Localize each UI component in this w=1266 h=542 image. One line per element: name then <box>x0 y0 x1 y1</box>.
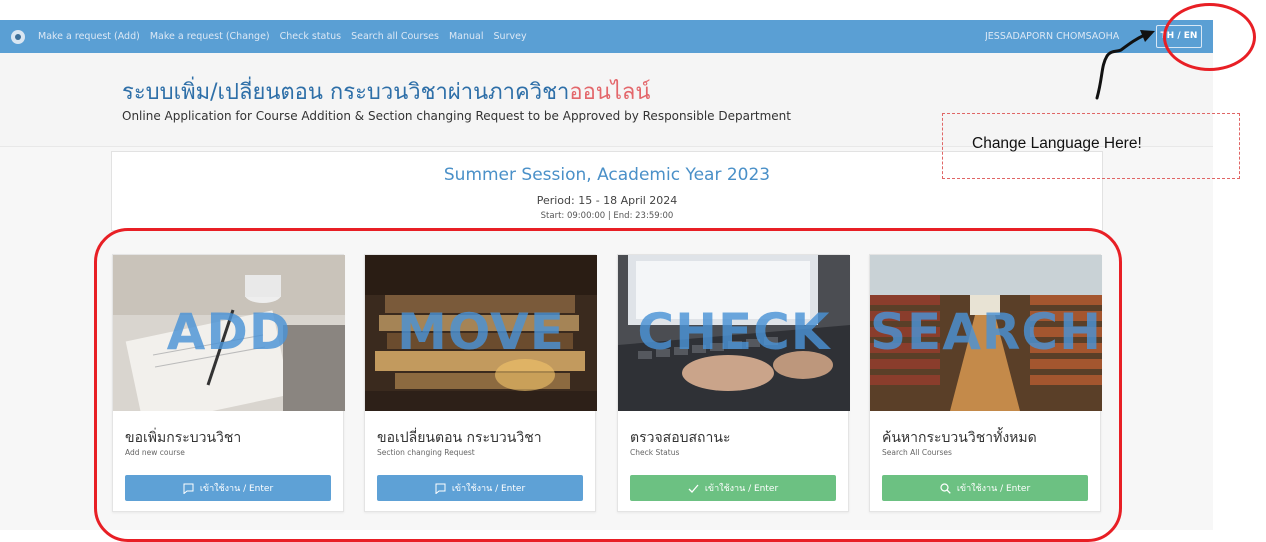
annotation-text: Change Language Here! <box>972 135 1142 152</box>
page-title-accent: ออนไลน์ <box>569 80 651 105</box>
nav-link-add[interactable]: Make a request (Add) <box>38 31 140 42</box>
change-enter-button[interactable]: เข้าใช้งาน / Enter <box>377 475 583 501</box>
nav-link-check-status[interactable]: Check status <box>280 31 341 42</box>
page-title-main: ระบบเพิ่ม/เปลี่ยนตอน กระบวนวิชาผ่านภาควิ… <box>122 80 570 105</box>
university-logo-icon[interactable] <box>11 29 25 44</box>
session-info-panel: Summer Session, Academic Year 2023 Perio… <box>111 151 1103 231</box>
language-toggle-button[interactable]: TH / EN <box>1156 25 1202 48</box>
card-check-status: CHECK ตรวจสอบสถานะ Check Status เข้าใช้ง… <box>617 254 850 512</box>
comment-icon <box>183 482 195 494</box>
change-enter-label: เข้าใช้งาน / Enter <box>451 484 526 494</box>
lang-separator: / <box>1174 31 1184 41</box>
card-add-title: ขอเพิ่มกระบวนวิชา <box>125 430 242 446</box>
search-icon <box>940 482 952 494</box>
session-title: Summer Session, Academic Year 2023 <box>443 165 771 185</box>
top-navbar: Make a request (Add) Make a request (Cha… <box>0 20 1213 53</box>
card-move-title: ขอเปลี่ยนตอน กระบวนวิชา <box>377 430 542 446</box>
checkmark-icon <box>688 482 700 494</box>
card-move-subtitle: Section changing Request <box>377 448 475 457</box>
page-subtitle: Online Application for Course Addition &… <box>122 109 791 123</box>
nav-link-search-courses[interactable]: Search all Courses <box>351 31 439 42</box>
card-search-word: SEARCH <box>870 303 1102 361</box>
page-header: ระบบเพิ่ม/เปลี่ยนตอน กระบวนวิชาผ่านภาควิ… <box>0 53 1213 147</box>
card-check-image: CHECK <box>618 255 850 411</box>
card-add-course: ADD ขอเพิ่มกระบวนวิชา Add new course เข้… <box>112 254 345 512</box>
card-move-image: MOVE <box>365 255 597 411</box>
card-check-word: CHECK <box>637 303 831 361</box>
card-search-subtitle: Search All Courses <box>882 448 952 457</box>
card-check-title: ตรวจสอบสถานะ <box>630 430 731 446</box>
card-add-subtitle: Add new course <box>125 448 185 457</box>
nav-link-survey[interactable]: Survey <box>494 31 527 42</box>
card-search-courses: SEARCH ค้นหากระบวนวิชาทั้งหมด Search All… <box>869 254 1102 512</box>
add-enter-button[interactable]: เข้าใช้งาน / Enter <box>125 475 331 501</box>
card-search-image: SEARCH <box>870 255 1102 411</box>
check-enter-button[interactable]: เข้าใช้งาน / Enter <box>630 475 836 501</box>
comment-icon <box>435 482 447 494</box>
check-enter-label: เข้าใช้งาน / Enter <box>704 484 779 494</box>
session-period: Period: 15 - 18 April 2024 <box>536 194 678 207</box>
card-search-title: ค้นหากระบวนวิชาทั้งหมด <box>882 430 1037 446</box>
page-title: ระบบเพิ่ม/เปลี่ยนตอน กระบวนวิชาผ่านภาควิ… <box>122 74 650 109</box>
card-add-word: ADD <box>166 303 292 361</box>
search-enter-label: เข้าใช้งาน / Enter <box>956 484 1031 494</box>
user-name[interactable]: JESSADAPORN CHOMSAOHA <box>985 31 1143 42</box>
nav-link-manual[interactable]: Manual <box>449 31 484 42</box>
add-enter-label: เข้าใช้งาน / Enter <box>199 484 274 494</box>
nav-link-change[interactable]: Make a request (Change) <box>150 31 270 42</box>
card-add-image: ADD <box>113 255 345 411</box>
card-check-subtitle: Check Status <box>630 448 680 457</box>
card-move-word: MOVE <box>397 303 565 361</box>
session-time: Start: 09:00:00 | End: 23:59:00 <box>540 211 674 221</box>
card-change-section: MOVE ขอเปลี่ยนตอน กระบวนวิชา Section cha… <box>364 254 597 512</box>
lang-th-label[interactable]: TH <box>1161 31 1175 41</box>
search-enter-button[interactable]: เข้าใช้งาน / Enter <box>882 475 1088 501</box>
lang-en-label[interactable]: EN <box>1184 31 1198 41</box>
